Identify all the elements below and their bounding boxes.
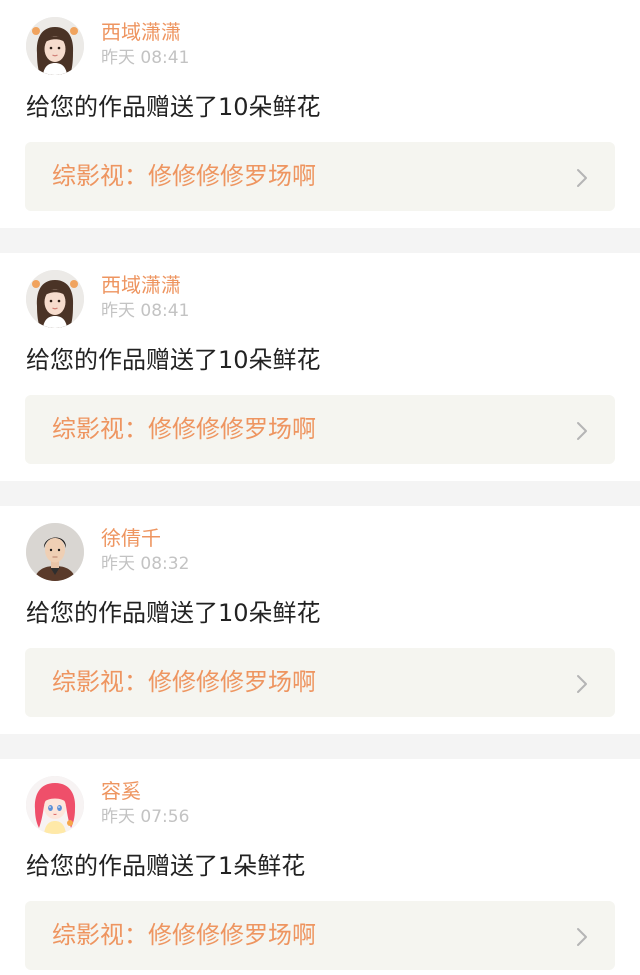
work-link-button[interactable]: 综影视：修修修修罗场啊 — [25, 901, 615, 970]
chevron-right-icon — [575, 926, 589, 948]
work-title: 综影视：修修修修罗场啊 — [52, 921, 316, 949]
avatar-anime-icon — [26, 776, 84, 834]
work-link-button[interactable]: 综影视：修修修修罗场啊 — [25, 142, 615, 211]
username[interactable]: 容奚 — [101, 778, 141, 804]
notification-card: 西域潇潇 昨天 08:41 给您的作品赠送了10朵鲜花 综影视：修修修修罗场啊 — [0, 253, 640, 481]
timestamp: 昨天 08:32 — [101, 554, 190, 574]
notification-card: 容奚 昨天 07:56 给您的作品赠送了1朵鲜花 综影视：修修修修罗场啊 — [0, 759, 640, 975]
user-avatar[interactable] — [26, 270, 84, 328]
notification-card: 西域潇潇 昨天 08:41 给您的作品赠送了10朵鲜花 综影视：修修修修罗场啊 — [0, 0, 640, 228]
work-title: 综影视：修修修修罗场啊 — [52, 415, 316, 443]
gift-message: 给您的作品赠送了10朵鲜花 — [26, 93, 321, 121]
work-link-button[interactable]: 综影视：修修修修罗场啊 — [25, 648, 615, 717]
chevron-right-icon — [575, 673, 589, 695]
timestamp: 昨天 07:56 — [101, 807, 190, 827]
username[interactable]: 徐倩千 — [101, 525, 161, 551]
work-title: 综影视：修修修修罗场啊 — [52, 162, 316, 190]
avatar-girl-icon — [26, 17, 84, 75]
gift-message: 给您的作品赠送了10朵鲜花 — [26, 599, 321, 627]
chevron-right-icon — [575, 420, 589, 442]
gift-notification-feed: 西域潇潇 昨天 08:41 给您的作品赠送了10朵鲜花 综影视：修修修修罗场啊 — [0, 0, 640, 975]
work-link-button[interactable]: 综影视：修修修修罗场啊 — [25, 395, 615, 464]
gift-message: 给您的作品赠送了1朵鲜花 — [26, 852, 306, 880]
timestamp: 昨天 08:41 — [101, 48, 190, 68]
notification-card: 徐倩千 昨天 08:32 给您的作品赠送了10朵鲜花 综影视：修修修修罗场啊 — [0, 506, 640, 734]
divider — [0, 481, 640, 506]
gift-message: 给您的作品赠送了10朵鲜花 — [26, 346, 321, 374]
timestamp: 昨天 08:41 — [101, 301, 190, 321]
username[interactable]: 西域潇潇 — [101, 272, 181, 298]
user-avatar[interactable] — [26, 523, 84, 581]
divider — [0, 228, 640, 253]
avatar-man-icon — [26, 523, 84, 581]
user-avatar[interactable] — [26, 17, 84, 75]
chevron-right-icon — [575, 167, 589, 189]
username[interactable]: 西域潇潇 — [101, 19, 181, 45]
divider — [0, 734, 640, 759]
work-title: 综影视：修修修修罗场啊 — [52, 668, 316, 696]
user-avatar[interactable] — [26, 776, 84, 834]
avatar-girl-icon — [26, 270, 84, 328]
